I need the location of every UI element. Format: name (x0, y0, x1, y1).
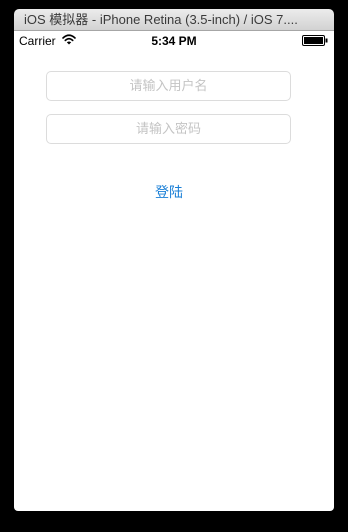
status-bar: Carrier 5:34 PM (14, 31, 334, 51)
battery-icon (302, 35, 328, 46)
username-input[interactable] (46, 71, 291, 101)
simulator-window: iOS 模拟器 - iPhone Retina (3.5-inch) / iOS… (0, 0, 348, 532)
device-screen: Carrier 5:34 PM 登陆 (14, 31, 334, 511)
status-time: 5:34 PM (151, 34, 197, 48)
window-title: iOS 模拟器 - iPhone Retina (3.5-inch) / iOS… (14, 9, 334, 31)
password-input[interactable] (46, 114, 291, 144)
login-button[interactable]: 登陆 (124, 180, 214, 204)
